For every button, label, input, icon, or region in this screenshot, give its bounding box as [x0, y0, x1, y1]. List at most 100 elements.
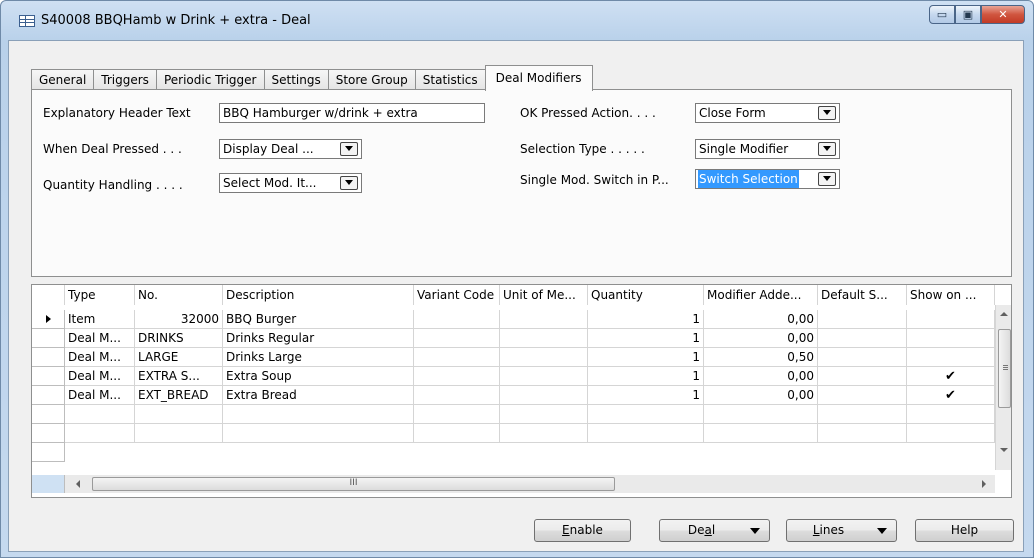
cell-modifier-added[interactable]: 0,00	[704, 367, 818, 386]
cell-default[interactable]	[818, 348, 907, 367]
empty-row[interactable]	[32, 443, 995, 462]
when-deal-pressed-select[interactable]: Display Deal ...	[219, 139, 362, 159]
empty-row[interactable]	[32, 424, 995, 443]
quantity-handling-select[interactable]: Select Mod. It...	[219, 173, 362, 193]
cell-modifier-added[interactable]: 0,50	[704, 348, 818, 367]
column-header-no[interactable]: No.	[135, 285, 223, 305]
column-header-show-on[interactable]: Show on ...	[907, 285, 995, 305]
close-button[interactable]: ✕	[981, 5, 1025, 24]
tab-store-group[interactable]: Store Group	[327, 69, 416, 91]
tab-triggers[interactable]: Triggers	[93, 69, 157, 91]
column-header-type[interactable]: Type	[65, 285, 135, 305]
cell-unit[interactable]	[500, 367, 588, 386]
cell-modifier-added[interactable]: 0,00	[704, 329, 818, 348]
table-row[interactable]: Deal M... LARGE Drinks Large 1 0,50	[32, 348, 995, 367]
empty-cell[interactable]	[135, 405, 223, 424]
empty-cell[interactable]	[65, 405, 135, 424]
cell-quantity[interactable]: 1	[588, 329, 704, 348]
cell-default[interactable]	[818, 329, 907, 348]
empty-cell[interactable]	[414, 424, 500, 443]
row-selector[interactable]	[32, 329, 65, 348]
cell-unit[interactable]	[500, 310, 588, 329]
cell-description[interactable]: Drinks Regular	[223, 329, 414, 348]
column-header-unit-of-measure[interactable]: Unit of Me...	[500, 285, 588, 305]
dropdown-arrow-icon[interactable]	[818, 172, 836, 186]
table-row[interactable]: Deal M... EXTRA S... Extra Soup 1 0,00 ✔	[32, 367, 995, 386]
vertical-scrollbar[interactable]	[995, 305, 1011, 470]
cell-variant-code[interactable]	[414, 367, 500, 386]
column-header-default-selection[interactable]: Default S...	[818, 285, 907, 305]
cell-no[interactable]: LARGE	[135, 348, 223, 367]
empty-cell[interactable]	[500, 405, 588, 424]
empty-cell[interactable]	[704, 424, 818, 443]
cell-unit[interactable]	[500, 348, 588, 367]
minimize-button[interactable]: ▭	[929, 5, 955, 24]
cell-modifier-added[interactable]: 0,00	[704, 310, 818, 329]
cell-variant-code[interactable]	[414, 329, 500, 348]
scroll-up-arrow-icon[interactable]	[1000, 312, 1008, 316]
empty-cell[interactable]	[135, 424, 223, 443]
cell-show-on-checkmark[interactable]: ✔	[907, 367, 995, 386]
cell-type[interactable]: Deal M...	[65, 329, 135, 348]
enable-button[interactable]: Enable	[534, 519, 631, 542]
cell-type[interactable]: Item	[65, 310, 135, 329]
cell-no[interactable]: EXT_BREAD	[135, 386, 223, 405]
help-button[interactable]: Help	[915, 519, 1014, 542]
vertical-scroll-thumb[interactable]	[998, 329, 1011, 408]
cell-show-on[interactable]	[907, 348, 995, 367]
empty-cell[interactable]	[223, 405, 414, 424]
column-header-modifier-added[interactable]: Modifier Adde...	[704, 285, 818, 305]
empty-cell[interactable]	[907, 405, 995, 424]
cell-default[interactable]	[818, 367, 907, 386]
column-header-quantity[interactable]: Quantity	[588, 285, 704, 305]
cell-unit[interactable]	[500, 329, 588, 348]
cell-no[interactable]: EXTRA S...	[135, 367, 223, 386]
cell-quantity[interactable]: 1	[588, 367, 704, 386]
cell-variant-code[interactable]	[414, 386, 500, 405]
row-selector[interactable]	[32, 443, 65, 462]
dropdown-arrow-icon[interactable]	[340, 142, 358, 156]
scroll-down-arrow-icon[interactable]	[1000, 448, 1008, 452]
cell-type[interactable]: Deal M...	[65, 386, 135, 405]
empty-cell[interactable]	[588, 424, 704, 443]
cell-type[interactable]: Deal M...	[65, 348, 135, 367]
cell-variant-code[interactable]	[414, 310, 500, 329]
cell-type[interactable]: Deal M...	[65, 367, 135, 386]
table-row[interactable]: Deal M... DRINKS Drinks Regular 1 0,00	[32, 329, 995, 348]
cell-no[interactable]: DRINKS	[135, 329, 223, 348]
column-header-variant-code[interactable]: Variant Code	[414, 285, 500, 305]
tab-periodic-trigger[interactable]: Periodic Trigger	[155, 69, 265, 91]
empty-row[interactable]	[32, 405, 995, 424]
row-selector[interactable]	[32, 405, 65, 424]
row-selector[interactable]	[32, 386, 65, 405]
ok-pressed-action-select[interactable]: Close Form	[695, 103, 840, 123]
cell-quantity[interactable]: 1	[588, 310, 704, 329]
cell-description[interactable]: Extra Soup	[223, 367, 414, 386]
tab-general[interactable]: General	[31, 69, 95, 91]
scroll-right-arrow-icon[interactable]	[982, 480, 986, 488]
column-header-description[interactable]: Description	[223, 285, 414, 305]
cell-quantity[interactable]: 1	[588, 348, 704, 367]
row-selector[interactable]	[32, 348, 65, 367]
table-row[interactable]: Deal M... EXT_BREAD Extra Bread 1 0,00 ✔	[32, 386, 995, 405]
cell-description[interactable]: Extra Bread	[223, 386, 414, 405]
tab-settings[interactable]: Settings	[263, 69, 329, 91]
empty-cell[interactable]	[500, 424, 588, 443]
cell-quantity[interactable]: 1	[588, 386, 704, 405]
single-mod-switch-select[interactable]: Switch Selection	[695, 169, 840, 189]
title-bar[interactable]: S40008 BBQHamb w Drink + extra - Deal ▭ …	[1, 1, 1033, 41]
selection-type-select[interactable]: Single Modifier	[695, 139, 840, 159]
cell-default[interactable]	[818, 310, 907, 329]
empty-cell[interactable]	[704, 405, 818, 424]
deal-menu-button[interactable]: Deal	[659, 519, 770, 542]
dropdown-arrow-icon[interactable]	[818, 106, 836, 120]
dropdown-arrow-icon[interactable]	[818, 142, 836, 156]
cell-no[interactable]: 32000	[135, 310, 223, 329]
lines-menu-button[interactable]: Lines	[786, 519, 897, 542]
empty-cell[interactable]	[65, 424, 135, 443]
scroll-left-arrow-icon[interactable]	[76, 480, 80, 488]
cell-description[interactable]: BBQ Burger	[223, 310, 414, 329]
empty-cell[interactable]	[588, 405, 704, 424]
cell-unit[interactable]	[500, 386, 588, 405]
cell-description[interactable]: Drinks Large	[223, 348, 414, 367]
